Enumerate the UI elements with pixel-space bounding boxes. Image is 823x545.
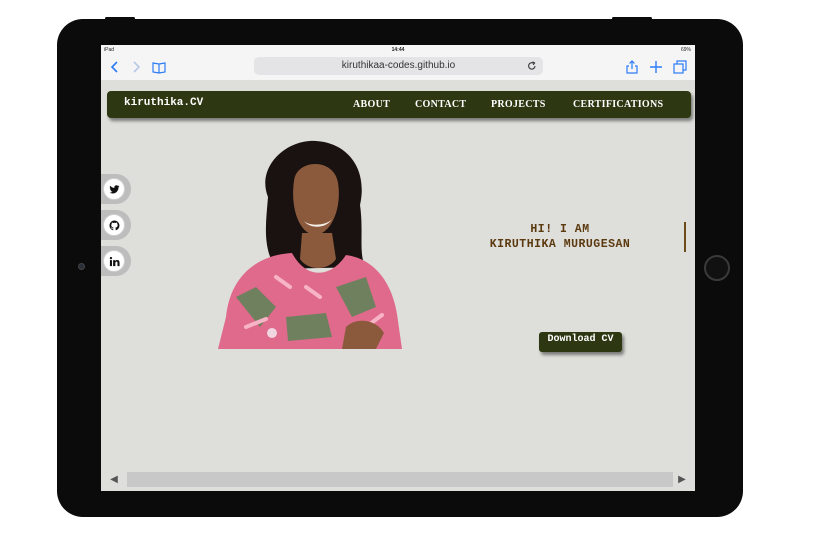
address-bar[interactable]: kiruthikaa-codes.github.io xyxy=(254,57,543,75)
volume-button xyxy=(612,17,652,20)
typing-cursor xyxy=(684,222,686,252)
horizontal-scrollbar[interactable]: ◀ ▶ xyxy=(101,468,695,491)
twitter-link[interactable] xyxy=(101,174,131,204)
scroll-right-icon[interactable]: ▶ xyxy=(673,470,691,489)
nav-contact[interactable]: CONTACT xyxy=(415,99,466,110)
scrollbar-thumb[interactable] xyxy=(127,472,673,487)
hero-line-1: HI! I AM xyxy=(530,223,590,236)
browser-toolbar: kiruthikaa-codes.github.io xyxy=(101,55,695,80)
ipad-screen: iPad 14:44 69% kiruthikaa-codes.github.i… xyxy=(101,45,695,491)
reload-icon[interactable] xyxy=(527,57,537,82)
status-time: 14:44 xyxy=(391,47,405,53)
site-logo[interactable]: kiruthika.CV xyxy=(124,97,203,109)
power-button xyxy=(105,17,135,20)
linkedin-link[interactable] xyxy=(101,246,131,276)
webpage: kiruthika.CV ABOUT CONTACT PROJECTS CERT… xyxy=(101,80,695,491)
nav-certifications[interactable]: CERTIFICATIONS xyxy=(573,99,663,110)
scroll-left-icon[interactable]: ◀ xyxy=(105,470,123,489)
url-text: kiruthikaa-codes.github.io xyxy=(341,60,456,71)
chevron-right-icon[interactable] xyxy=(128,59,144,75)
hero-greeting: HI! I AM KIRUTHIKA MURUGESAN xyxy=(466,222,654,252)
twitter-icon xyxy=(103,178,125,200)
home-button[interactable] xyxy=(704,255,730,281)
linkedin-icon xyxy=(103,250,125,272)
hero-line-2: KIRUTHIKA MURUGESAN xyxy=(489,238,631,251)
site-navbar: kiruthika.CV ABOUT CONTACT PROJECTS CERT… xyxy=(107,91,691,118)
battery-level: 69% xyxy=(680,47,691,53)
status-bar: iPad 14:44 69% xyxy=(101,45,695,55)
download-cv-button[interactable]: Download CV xyxy=(539,332,622,352)
github-link[interactable] xyxy=(101,210,131,240)
chevron-left-icon[interactable] xyxy=(107,59,123,75)
nav-about[interactable]: ABOUT xyxy=(353,99,390,110)
plus-icon[interactable] xyxy=(648,59,664,75)
tabs-icon[interactable] xyxy=(672,59,688,75)
book-icon[interactable] xyxy=(151,59,167,75)
github-icon xyxy=(103,214,125,236)
nav-projects[interactable]: PROJECTS xyxy=(491,99,546,110)
front-camera xyxy=(78,263,85,270)
profile-photo xyxy=(218,140,402,349)
share-icon[interactable] xyxy=(624,59,640,75)
